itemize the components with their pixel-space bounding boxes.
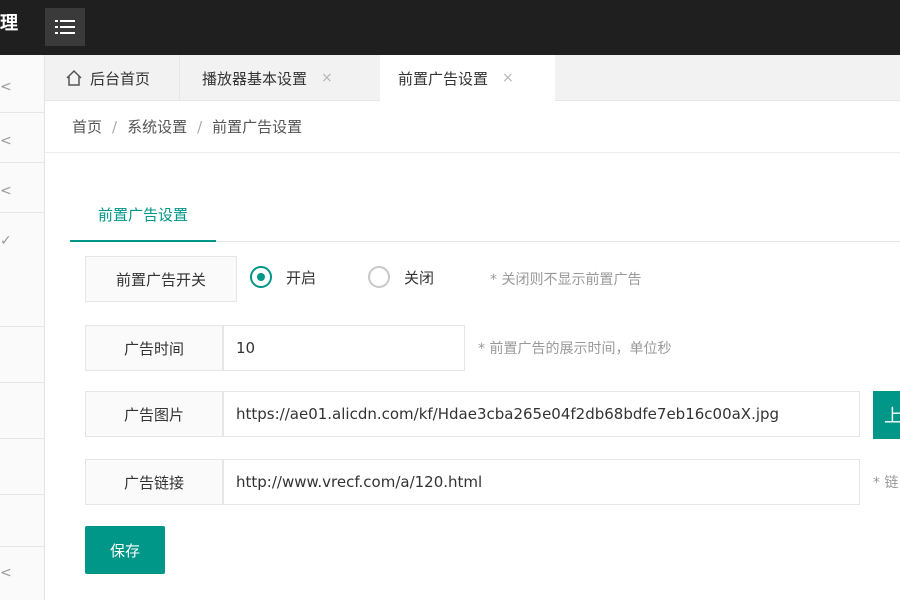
sidebar-item-2[interactable]: < (0, 113, 45, 163)
ad-link-input[interactable]: http://www.vrecf.com/a/120.html (223, 459, 860, 505)
radio-disable[interactable]: 关闭 (368, 266, 434, 288)
app-title: 理 (0, 13, 18, 34)
breadcrumb: 首页 / 系统设置 / 前置广告设置 (45, 101, 900, 153)
ad-switch-label: 前置广告开关 (85, 256, 237, 302)
hamburger-menu-icon (55, 20, 75, 34)
sidebar-item-3[interactable]: < (0, 163, 45, 213)
breadcrumb-separator: / (197, 117, 203, 136)
save-button[interactable]: 保存 (85, 526, 165, 574)
chevron-left-icon: < (0, 79, 12, 95)
ad-image-label: 广告图片 (85, 391, 223, 437)
radio-disable-label: 关闭 (404, 268, 435, 287)
ad-duration-label: 广告时间 (85, 325, 223, 371)
page-tabs-bar: 后台首页 播放器基本设置 × 前置广告设置 × (45, 55, 900, 101)
sidebar-item-5[interactable] (0, 327, 45, 383)
ad-duration-input[interactable]: 10 (223, 325, 465, 371)
top-navbar: 理 (0, 0, 900, 55)
sidebar: < < < ✓ < (0, 55, 45, 600)
chevron-left-icon: < (0, 183, 12, 199)
form-tabs: 前置广告设置 (70, 188, 900, 242)
sidebar-item-7[interactable] (0, 439, 45, 495)
ad-link-row: 广告链接 http://www.vrecf.com/a/120.html * 链 (85, 459, 900, 505)
upload-button[interactable]: 上 (873, 391, 900, 439)
ad-link-hint: * 链 (873, 475, 899, 491)
breadcrumb-current: 前置广告设置 (212, 118, 303, 136)
tab-player-basic-settings[interactable]: 播放器基本设置 × (180, 55, 380, 101)
breadcrumb-system-settings[interactable]: 系统设置 (127, 116, 187, 137)
sidebar-item-1[interactable]: < (0, 55, 45, 113)
tab-home[interactable]: 后台首页 (45, 55, 180, 101)
ad-image-row: 广告图片 https://ae01.alicdn.com/kf/Hdae3cba… (85, 391, 900, 439)
breadcrumb-separator: / (112, 117, 118, 136)
radio-enable-label: 开启 (286, 268, 317, 287)
sidebar-item-8[interactable] (0, 495, 45, 547)
chevron-left-icon: < (0, 565, 12, 581)
ad-link-label: 广告链接 (85, 459, 223, 505)
home-icon (66, 69, 82, 86)
close-icon[interactable]: × (321, 70, 333, 86)
radio-unchecked-icon (368, 266, 390, 288)
ad-image-url-input[interactable]: https://ae01.alicdn.com/kf/Hdae3cba265e0… (223, 391, 860, 437)
check-icon: ✓ (0, 233, 12, 249)
ad-switch-row: 前置广告开关 开启 关闭 * 关闭则不显示前置广告 (85, 256, 685, 302)
main-content: 前置广告设置 前置广告开关 开启 关闭 * 关闭则不显示前置广告 广告时间 10… (45, 153, 900, 600)
radio-enable[interactable]: 开启 (250, 266, 316, 288)
tab-label: 前置广告设置 (398, 69, 489, 88)
ad-duration-hint: * 前置广告的展示时间，单位秒 (478, 341, 672, 357)
tab-home-label: 后台首页 (90, 69, 151, 88)
close-icon[interactable]: × (502, 70, 514, 86)
chevron-left-icon: < (0, 133, 12, 149)
tab-label: 播放器基本设置 (202, 69, 308, 88)
sidebar-item-9[interactable]: < (0, 547, 45, 600)
menu-toggle-button[interactable] (45, 8, 85, 46)
sidebar-item-6[interactable] (0, 383, 45, 439)
radio-checked-icon (250, 266, 272, 288)
breadcrumb-home[interactable]: 首页 (72, 116, 102, 137)
tab-pre-ad-settings[interactable]: 前置广告设置 × (380, 55, 555, 101)
ad-switch-hint: * 关闭则不显示前置广告 (490, 272, 642, 288)
sidebar-item-4[interactable]: ✓ (0, 213, 45, 327)
ad-duration-row: 广告时间 10 * 前置广告的展示时间，单位秒 (85, 325, 785, 371)
form-tab-pre-ad-settings[interactable]: 前置广告设置 (70, 188, 216, 242)
